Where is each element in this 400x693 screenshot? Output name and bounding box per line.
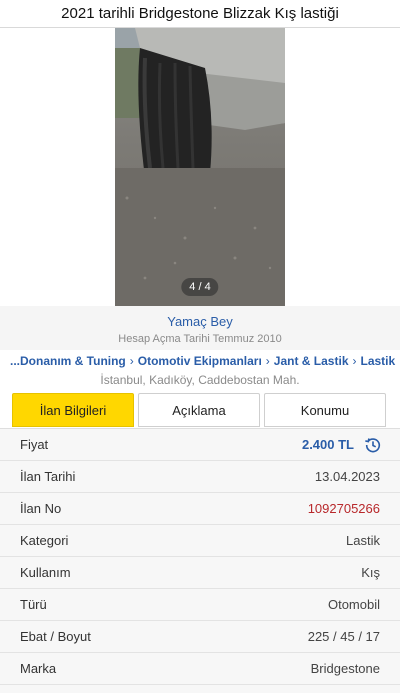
seller-info: Yamaç Bey Hesap Açma Tarihi Temmuz 2010 [0, 306, 400, 350]
photo-gallery[interactable]: 4 / 4 [0, 28, 400, 306]
seller-name[interactable]: Yamaç Bey [0, 306, 400, 329]
price-value: 2.400 TL [301, 437, 354, 452]
detail-row: Kullanım Kış [0, 557, 400, 589]
detail-value: Kış [361, 565, 380, 580]
detail-tabs: İlan Bilgileri Açıklama Konumu [12, 393, 386, 427]
breadcrumb: ...Donanım & Tuning › Otomotiv Ekipmanları… [0, 350, 400, 370]
breadcrumb-item[interactable]: Jant & Lastik [274, 354, 349, 368]
breadcrumb-item[interactable]: Otomotiv Ekipmanları [138, 354, 262, 368]
detail-key: Türü [20, 597, 47, 612]
detail-value: Bridgestone [310, 661, 380, 676]
page-title: 2021 tarihli Bridgestone Blizzak Kış las… [0, 0, 400, 28]
detail-key: Fiyat [20, 437, 49, 452]
listing-details: Fiyat 2.400 TL İlan Tarihi 13.04.2023 İl… [0, 428, 400, 693]
ad-number-value: 1092705266 [307, 501, 380, 516]
detail-row: Marka Bridgestone [0, 653, 400, 685]
detail-value: Lastik [346, 533, 380, 548]
detail-row: Türü Otomobil [0, 589, 400, 621]
detail-value: 13.04.2023 [314, 469, 380, 484]
detail-value: Otomobil [327, 597, 380, 612]
chevron-right-icon: › [129, 354, 134, 368]
chevron-right-icon: › [265, 354, 270, 368]
detail-row: Ebat / Boyut 225 / 45 / 17 [0, 621, 400, 653]
detail-row: İlan No 1092705266 [0, 493, 400, 525]
history-icon[interactable] [364, 436, 382, 454]
detail-row: İlan Tarihi 13.04.2023 [0, 461, 400, 493]
detail-key: Marka [20, 661, 57, 676]
detail-key: İlan Tarihi [20, 469, 76, 484]
tab-aciklama[interactable]: Açıklama [138, 393, 260, 427]
breadcrumb-item[interactable]: Lastik [361, 354, 396, 368]
detail-value: 225 / 45 / 17 [307, 629, 380, 644]
listing-photo[interactable]: 4 / 4 [115, 28, 285, 306]
seller-since: Hesap Açma Tarihi Temmuz 2010 [118, 333, 282, 345]
breadcrumb-item[interactable]: ...Donanım & Tuning [10, 354, 126, 368]
detail-key: İlan No [20, 501, 62, 516]
photo-counter: 4 / 4 [181, 278, 219, 296]
detail-key: Kategori [20, 533, 69, 548]
chevron-right-icon: › [352, 354, 357, 368]
tab-konumu[interactable]: Konumu [264, 393, 386, 427]
detail-row: Kategori Lastik [0, 525, 400, 557]
tire-photo-illustration [115, 28, 285, 306]
detail-key: Ebat / Boyut [20, 629, 91, 644]
detail-key: Kullanım [20, 565, 71, 580]
listing-location: İstanbul, Kadıköy, Caddebostan Mah. [100, 373, 300, 387]
detail-row-price: Fiyat 2.400 TL [0, 429, 400, 461]
tab-ilan-bilgileri[interactable]: İlan Bilgileri [12, 393, 134, 427]
